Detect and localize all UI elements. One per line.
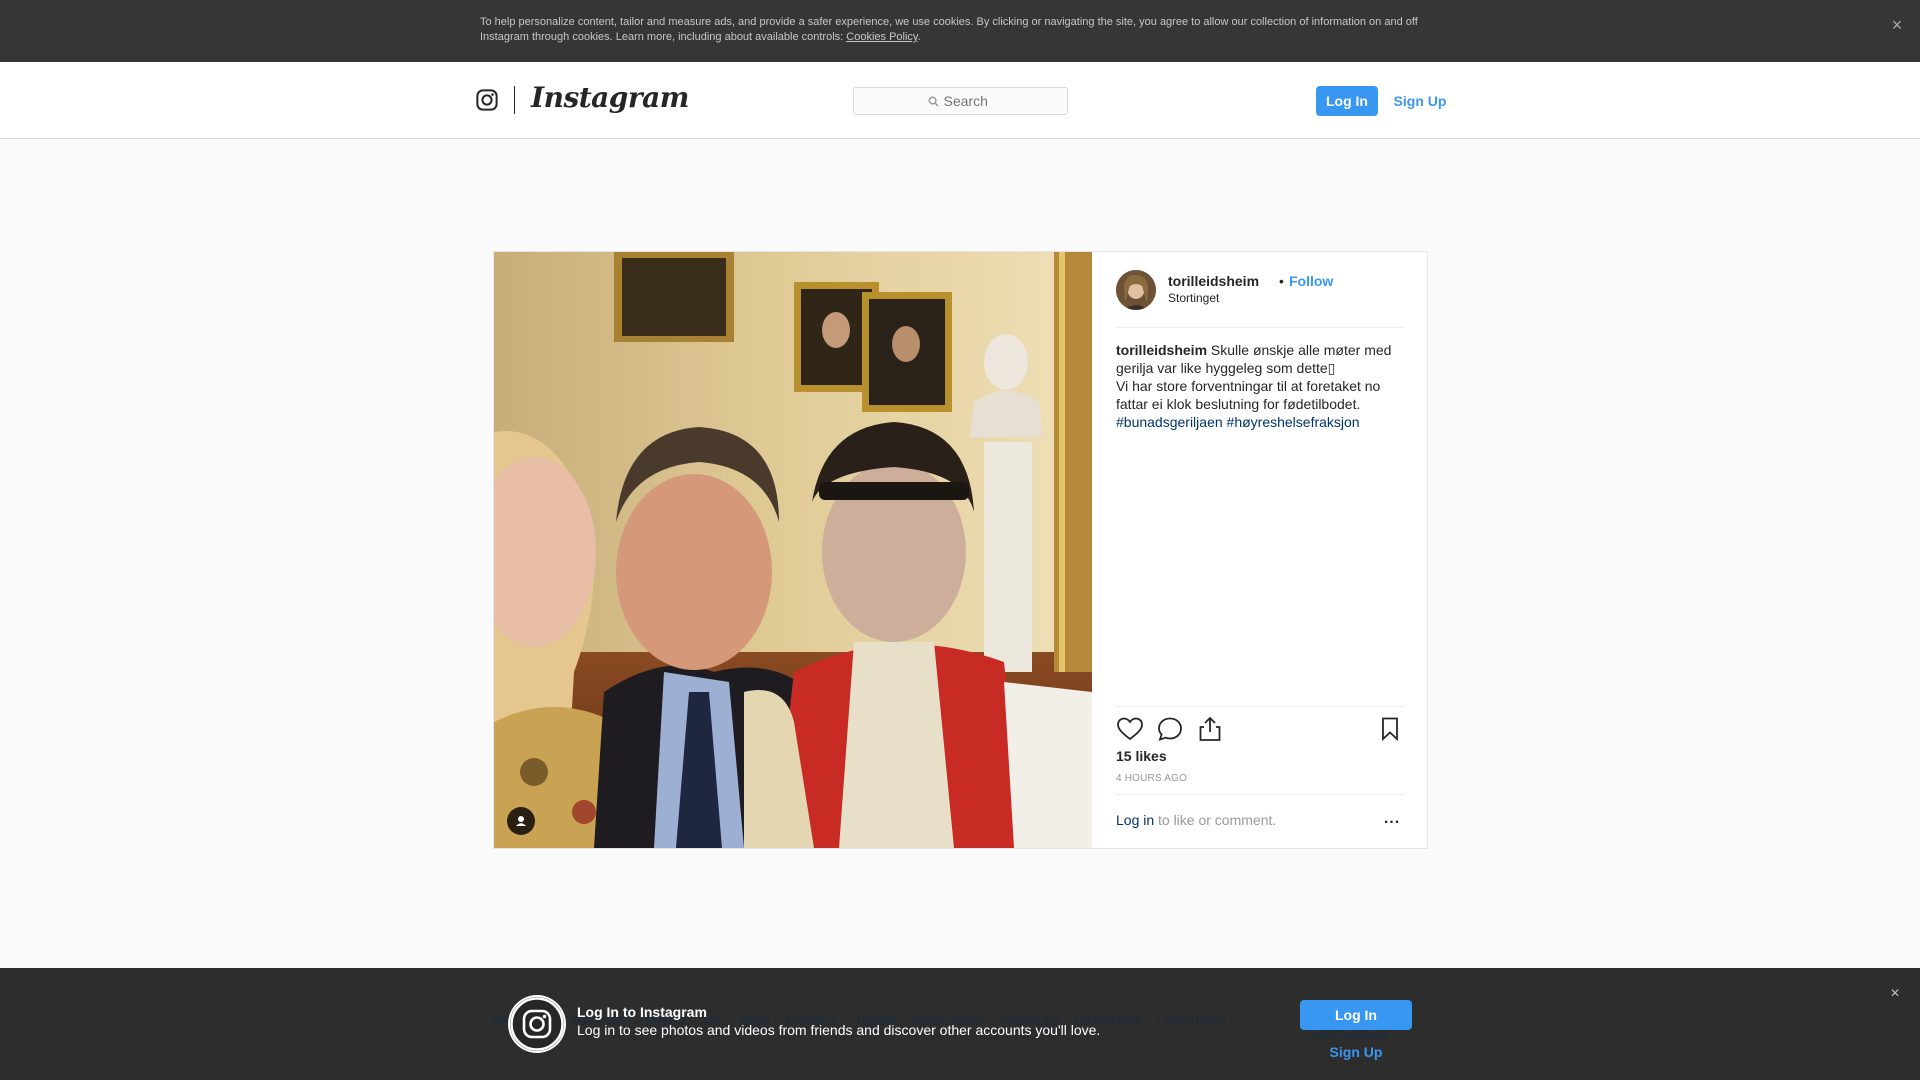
cookie-suffix: . bbox=[917, 31, 921, 43]
login-link[interactable]: Log in bbox=[1116, 812, 1154, 828]
login-prompt-text: to like or comment. bbox=[1158, 812, 1277, 828]
share-icon[interactable] bbox=[1196, 715, 1224, 743]
post-timestamp: 4 HOURS AGO bbox=[1116, 773, 1188, 784]
login-bar-login-button[interactable]: Log In bbox=[1300, 1000, 1412, 1030]
heart-icon[interactable] bbox=[1116, 715, 1144, 743]
avatar[interactable] bbox=[1116, 270, 1156, 310]
post-username[interactable]: torilleidsheim bbox=[1168, 273, 1259, 289]
cookies-policy-link[interactable]: Cookies Policy bbox=[846, 31, 917, 43]
hashtag-link[interactable]: #høyreshelsefraksjon bbox=[1227, 414, 1360, 430]
post-actions: 15 likes 4 HOURS AGO Log in to like or c… bbox=[1116, 706, 1404, 846]
instagram-logo-circle bbox=[508, 995, 566, 1053]
header-login-button[interactable]: Log In bbox=[1316, 86, 1378, 116]
cookie-banner: To help personalize content, tailor and … bbox=[0, 0, 1920, 62]
caption-text-line2: Vi har store forventningar til at foreta… bbox=[1116, 378, 1381, 412]
cookie-message: To help personalize content, tailor and … bbox=[480, 16, 1418, 43]
bookmark-icon[interactable] bbox=[1376, 715, 1404, 743]
post-sidebar: torilleidsheim • Follow Stortinget toril… bbox=[1092, 252, 1427, 848]
login-bar-close-icon[interactable]: × bbox=[1884, 983, 1906, 1005]
post-card: torilleidsheim • Follow Stortinget toril… bbox=[493, 251, 1428, 849]
login-bar-signup-button[interactable]: Sign Up bbox=[1300, 1040, 1412, 1064]
search-icon bbox=[928, 96, 939, 107]
avatar-image bbox=[1116, 270, 1156, 310]
instagram-wordmark[interactable]: Instagram bbox=[531, 81, 689, 114]
header-signup-button[interactable]: Sign Up bbox=[1392, 86, 1448, 116]
post-photo[interactable] bbox=[494, 252, 1092, 848]
bottom-login-bar: ABOUT US SUPPORT PRESS API JOBS PRIVACY … bbox=[0, 968, 1920, 1080]
search-input[interactable] bbox=[943, 93, 994, 109]
post-location[interactable]: Stortinget bbox=[1168, 291, 1219, 305]
cookie-text: To help personalize content, tailor and … bbox=[480, 15, 1430, 45]
instagram-logo-icon bbox=[510, 997, 564, 1051]
user-tag-icon bbox=[516, 816, 526, 826]
username-separator: • bbox=[1279, 273, 1284, 289]
comment-icon[interactable] bbox=[1156, 715, 1184, 743]
login-bar-subtitle: Log in to see photos and videos from fri… bbox=[577, 1022, 1101, 1038]
more-options-icon[interactable]: ... bbox=[1380, 811, 1404, 832]
header-divider bbox=[514, 86, 515, 114]
top-header: Instagram Log In Sign Up bbox=[0, 62, 1920, 139]
login-bar-title: Log In to Instagram bbox=[577, 1004, 707, 1020]
hashtag-link[interactable]: #bunadsgeriljaen bbox=[1116, 414, 1223, 430]
cookie-close-icon[interactable]: × bbox=[1886, 14, 1908, 36]
search-box[interactable] bbox=[853, 87, 1068, 115]
tagged-user-button[interactable] bbox=[507, 807, 535, 835]
footer-link-language[interactable]: LANGUAGE bbox=[1157, 1014, 1226, 1028]
follow-button[interactable]: Follow bbox=[1289, 273, 1333, 289]
instagram-glyph-icon[interactable] bbox=[476, 89, 498, 111]
caption-username[interactable]: torilleidsheim bbox=[1116, 342, 1207, 358]
post-caption: torilleidsheim Skulle ønskje alle møter … bbox=[1116, 341, 1404, 431]
comment-login-row: Log in to like or comment. ... bbox=[1116, 794, 1404, 846]
likes-count[interactable]: 15 likes bbox=[1116, 748, 1167, 764]
post-header: torilleidsheim • Follow Stortinget bbox=[1116, 270, 1404, 328]
post-photo-art bbox=[494, 252, 1092, 848]
